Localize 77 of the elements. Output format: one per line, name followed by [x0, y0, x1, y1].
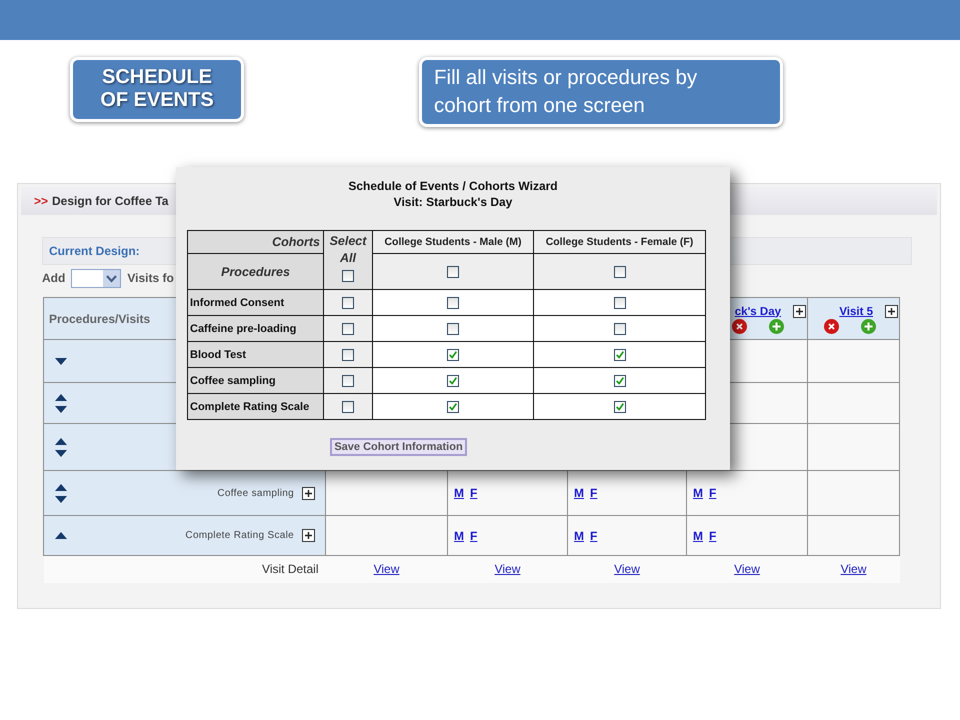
checkbox[interactable] — [614, 296, 626, 309]
expand-icon[interactable] — [302, 529, 315, 542]
checkbox[interactable] — [342, 400, 354, 413]
checkbox[interactable] — [447, 322, 459, 335]
cohort-link[interactable]: M — [454, 486, 464, 500]
checkbox[interactable] — [614, 322, 626, 335]
callout: Fill all visits or procedures by cohort from one screen — [419, 57, 783, 127]
move-down-icon[interactable] — [55, 406, 67, 412]
cohort-header: College Students - Female (F) — [534, 230, 706, 254]
expand-icon[interactable] — [302, 486, 315, 500]
cohort-link[interactable]: F — [470, 528, 478, 542]
procedure-name: Caffeine pre-loading — [188, 316, 324, 342]
visit-link[interactable]: ck's Day — [734, 306, 781, 318]
view-link[interactable]: View — [614, 562, 640, 576]
checkbox[interactable] — [614, 374, 626, 387]
remove-icon[interactable] — [732, 319, 747, 334]
checkbox[interactable] — [447, 374, 459, 387]
checkbox[interactable] — [447, 266, 459, 278]
view-link[interactable]: View — [494, 562, 520, 576]
move-up-icon[interactable] — [55, 484, 67, 490]
cohort-link[interactable]: M — [574, 528, 584, 542]
checkbox[interactable] — [342, 296, 354, 309]
cohort-link[interactable]: F — [590, 486, 598, 500]
checkbox[interactable] — [447, 348, 459, 361]
visit-link[interactable]: Visit 5 — [839, 306, 873, 318]
view-link[interactable]: View — [374, 562, 400, 576]
procedure-name: Informed Consent — [188, 290, 324, 316]
checkbox[interactable] — [447, 296, 459, 309]
move-down-icon[interactable] — [55, 496, 67, 502]
cohort-header: College Students - Male (M) — [372, 230, 534, 254]
checkbox[interactable] — [614, 400, 626, 413]
checkbox[interactable] — [342, 348, 354, 361]
panel-title: Design for Coffee Ta — [52, 194, 168, 208]
procedure-name: Complete Rating Scale — [188, 394, 324, 420]
cohort-link[interactable]: F — [709, 486, 716, 500]
expand-icon[interactable] — [885, 305, 898, 318]
visits-dropdown[interactable] — [71, 268, 122, 288]
dialog-subtitle: Visit: Starbuck's Day — [392, 194, 514, 210]
select-all-label: Select All — [328, 233, 368, 267]
add-icon[interactable] — [861, 319, 876, 334]
cohort-link[interactable]: F — [709, 528, 716, 542]
visits-label: Visits fo — [127, 271, 174, 285]
move-up-icon[interactable] — [55, 532, 67, 539]
checkbox[interactable] — [614, 266, 626, 278]
checkbox[interactable] — [447, 400, 459, 413]
cohort-link[interactable]: F — [470, 486, 478, 500]
checkbox[interactable] — [342, 374, 354, 387]
checkbox[interactable] — [342, 322, 354, 335]
marker: >> — [34, 194, 48, 208]
procedure-name: Blood Test — [188, 342, 324, 368]
add-label: Add — [42, 271, 66, 285]
view-link[interactable]: View — [734, 562, 760, 576]
cohort-link[interactable]: M — [693, 528, 703, 542]
move-down-icon[interactable] — [55, 358, 67, 364]
cohort-link[interactable]: M — [454, 528, 464, 542]
remove-icon[interactable] — [824, 319, 839, 334]
move-down-icon[interactable] — [55, 450, 67, 456]
dialog-title: Schedule of Events / Cohorts Wizard — [347, 178, 559, 194]
checkbox[interactable] — [614, 348, 626, 361]
save-button[interactable]: Save Cohort Information — [330, 438, 467, 456]
slide-badge: SCHEDULE OF EVENTS — [70, 57, 244, 122]
procedure-name: Coffee sampling — [217, 488, 294, 498]
move-up-icon[interactable] — [55, 394, 67, 400]
cohort-link[interactable]: M — [693, 486, 703, 500]
cohort-link[interactable]: M — [574, 486, 584, 500]
procedure-name: Coffee sampling — [188, 368, 324, 394]
current-design-label: Current Design: — [49, 244, 140, 258]
view-link[interactable]: View — [840, 562, 866, 576]
expand-icon[interactable] — [793, 305, 806, 318]
move-up-icon[interactable] — [55, 438, 67, 444]
cohorts-header: Cohorts — [188, 230, 324, 254]
cohort-link[interactable]: F — [590, 528, 598, 542]
add-icon[interactable] — [769, 319, 784, 334]
procedure-name: Complete Rating Scale — [185, 530, 294, 541]
visit-detail-label: Visit Detail — [262, 562, 318, 576]
procedures-header: Procedures — [188, 254, 324, 290]
checkbox[interactable] — [342, 270, 354, 282]
